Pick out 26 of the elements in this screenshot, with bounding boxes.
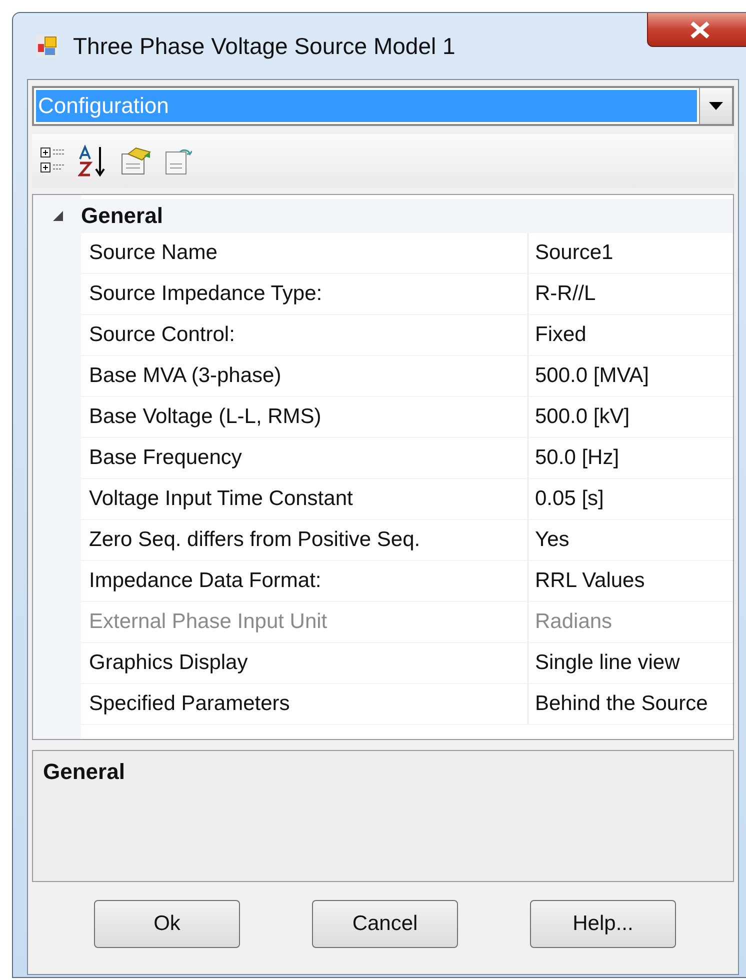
description-title: General [43, 759, 125, 784]
property-page-icon [120, 146, 152, 176]
close-icon [689, 20, 711, 38]
app-icon [35, 34, 59, 58]
property-value[interactable]: Single line view [529, 643, 733, 683]
property-value[interactable]: 500.0 [MVA] [529, 356, 733, 396]
property-value[interactable]: 50.0 [Hz] [529, 438, 733, 478]
property-value[interactable]: RRL Values [529, 561, 733, 601]
property-name[interactable]: Specified Parameters [81, 684, 529, 724]
dropdown-arrow-icon [709, 102, 723, 110]
collapse-triangle-icon[interactable] [52, 210, 64, 222]
property-value[interactable]: Behind the Source [529, 684, 733, 724]
property-value[interactable]: 0.05 [s] [529, 479, 733, 519]
dropdown-value: Configuration [36, 90, 697, 122]
property-value[interactable]: Fixed [529, 315, 733, 355]
property-value[interactable]: Source1 [529, 233, 733, 273]
dialog-button[interactable]: Ok [94, 900, 240, 948]
window-title: Three Phase Voltage Source Model 1 [73, 32, 456, 60]
category-heading: General [81, 203, 163, 229]
property-value[interactable]: 500.0 [kV] [529, 397, 733, 437]
property-value[interactable]: Yes [529, 520, 733, 560]
property-value[interactable]: R-R//L [529, 274, 733, 314]
dialog-button[interactable]: Help... [530, 900, 676, 948]
dialog-button[interactable]: Cancel [312, 900, 458, 948]
close-button[interactable] [647, 13, 746, 47]
property-pages-button[interactable] [120, 146, 152, 176]
